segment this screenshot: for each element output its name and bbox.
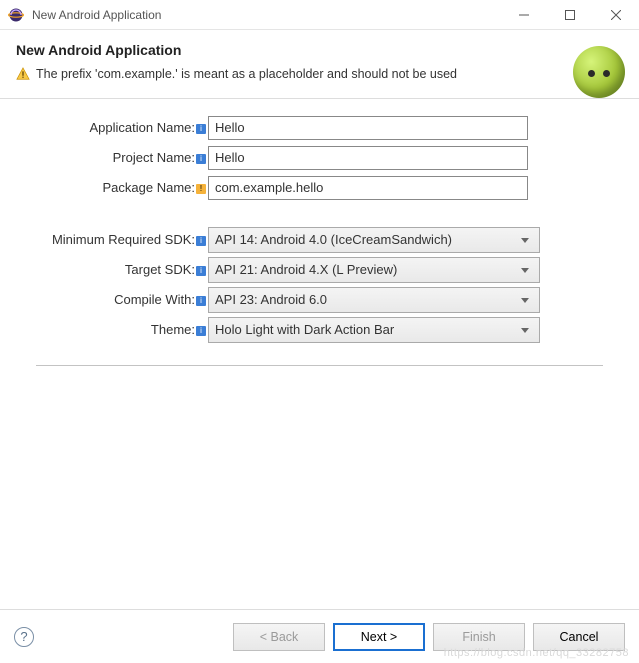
help-icon[interactable]: ? <box>14 627 34 647</box>
android-icon <box>573 46 625 98</box>
warning-icon <box>16 67 30 81</box>
warning-small-icon: ! <box>196 184 206 194</box>
cancel-button[interactable]: Cancel <box>533 623 625 651</box>
button-bar: ? < Back Next > Finish Cancel <box>0 609 639 663</box>
window-title: New Android Application <box>32 8 501 22</box>
compile-with-select[interactable]: API 23: Android 6.0 <box>208 287 540 313</box>
package-name-input[interactable] <box>208 176 528 200</box>
window-controls <box>501 0 639 29</box>
dialog-header: New Android Application The prefix 'com.… <box>0 30 639 99</box>
label-min-sdk: Minimum Required SDK:i <box>20 232 208 247</box>
label-package-name: Package Name:! <box>20 180 208 195</box>
page-title: New Android Application <box>16 42 623 58</box>
label-project-name: Project Name:i <box>20 150 208 165</box>
info-icon: i <box>196 154 206 164</box>
eclipse-icon <box>8 7 24 23</box>
info-icon: i <box>196 326 206 336</box>
theme-select[interactable]: Holo Light with Dark Action Bar <box>208 317 540 343</box>
project-name-input[interactable] <box>208 146 528 170</box>
separator <box>36 365 603 366</box>
info-icon: i <box>196 296 206 306</box>
info-icon: i <box>196 124 206 134</box>
min-sdk-select[interactable]: API 14: Android 4.0 (IceCreamSandwich) <box>208 227 540 253</box>
next-button[interactable]: Next > <box>333 623 425 651</box>
minimize-button[interactable] <box>501 0 547 29</box>
label-compile-with: Compile With:i <box>20 292 208 307</box>
application-name-input[interactable] <box>208 116 528 140</box>
title-bar: New Android Application <box>0 0 639 30</box>
form: Application Name:i Project Name:i Packag… <box>0 99 639 366</box>
back-button[interactable]: < Back <box>233 623 325 651</box>
label-app-name: Application Name:i <box>20 120 208 135</box>
warning-message: The prefix 'com.example.' is meant as a … <box>16 66 623 84</box>
close-button[interactable] <box>593 0 639 29</box>
finish-button[interactable]: Finish <box>433 623 525 651</box>
maximize-button[interactable] <box>547 0 593 29</box>
label-target-sdk: Target SDK:i <box>20 262 208 277</box>
label-theme: Theme:i <box>20 322 208 337</box>
warning-text: The prefix 'com.example.' is meant as a … <box>36 66 457 84</box>
info-icon: i <box>196 236 206 246</box>
target-sdk-select[interactable]: API 21: Android 4.X (L Preview) <box>208 257 540 283</box>
info-icon: i <box>196 266 206 276</box>
